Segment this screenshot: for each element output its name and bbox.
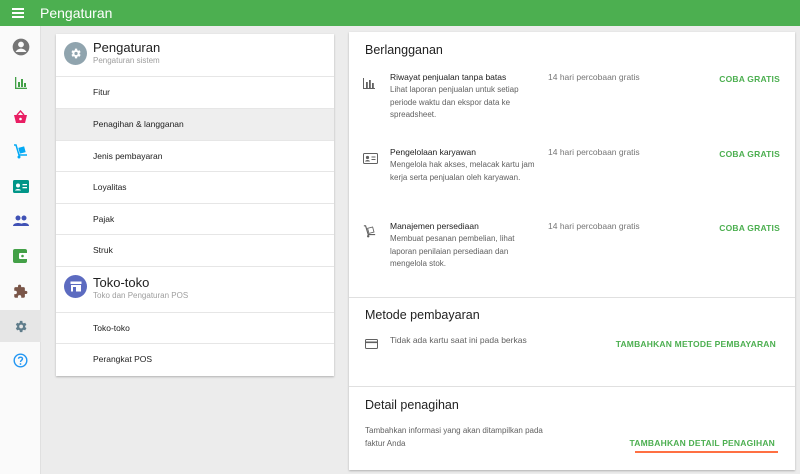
try-free-button[interactable]: COBA GRATIS [719,149,780,159]
people-icon[interactable] [0,206,41,236]
add-billing-details-button[interactable]: TAMBAHKAN DETAIL PENAGIHAN [630,438,775,448]
app-bar: Pengaturan [0,0,800,26]
dolly-icon [363,225,376,243]
menu-item-payment-types[interactable]: Jenis pembayaran [56,140,334,172]
trial-text: 14 hari percobaan gratis [548,147,640,157]
page-title: Pengaturan [40,5,113,21]
feature-title: Pengelolaan karyawan [390,147,477,157]
no-card-text: Tidak ada kartu saat ini pada berkas [390,335,527,345]
billing-details-section: Detail penagihan Tambahkan informasi yan… [349,386,795,470]
section-title: Pengaturan [93,40,161,55]
dolly-icon[interactable] [0,136,41,166]
section-subtitle: Toko dan Pengaturan POS [93,291,189,300]
add-payment-method-button[interactable]: TAMBAHKAN METODE PEMBAYARAN [616,339,776,349]
billing-heading: Detail penagihan [365,398,459,412]
puzzle-icon[interactable] [0,276,41,306]
help-icon[interactable] [0,345,41,375]
trial-text: 14 hari percobaan gratis [548,72,640,82]
section-title: Toko-toko [93,275,150,290]
menu-item-tax[interactable]: Pajak [56,203,334,235]
feature-description: Lihat laporan penjualan untuk setiap per… [390,85,519,119]
settings-icon[interactable] [0,310,41,342]
active-underline [635,451,778,453]
feature-title: Manajemen persediaan [390,221,479,231]
section-subtitle: Pengaturan sistem [93,56,160,65]
bar-chart-icon [363,76,375,94]
settings-menu-card: Pengaturan Pengaturan sistem Fitur Penag… [56,34,334,376]
basket-icon[interactable] [0,102,41,132]
menu-item-billing[interactable]: Penagihan & langganan [56,108,334,140]
gear-icon [64,42,87,65]
account-icon[interactable] [0,32,41,62]
feature-employee-management: Pengelolaan karyawan Mengelola hak akses… [349,147,795,217]
payment-heading: Metode pembayaran [365,308,480,322]
section-header-settings: Pengaturan Pengaturan sistem [56,34,334,76]
employee-card-icon [363,151,378,169]
try-free-button[interactable]: COBA GRATIS [719,223,780,233]
menu-icon[interactable] [0,0,36,26]
billing-content-card: Berlangganan Riwayat penjualan tanpa bat… [349,32,795,470]
feature-sales-history: Riwayat penjualan tanpa batas Lihat lapo… [349,72,795,142]
nav-rail [0,26,41,474]
billing-info-text: Tambahkan informasi yang akan ditampilka… [365,426,543,448]
feature-description: Mengelola hak akses, melacak kartu jam k… [390,160,535,182]
feature-title: Riwayat penjualan tanpa batas [390,72,507,82]
store-icon [64,275,87,298]
feature-description: Membuat pesanan pembelian, lihat laporan… [390,234,515,268]
menu-item-loyalty[interactable]: Loyalitas [56,171,334,203]
badge-icon[interactable] [0,171,41,201]
payment-method-section: Metode pembayaran Tidak ada kartu saat i… [349,297,795,386]
menu-item-receipt[interactable]: Struk [56,234,334,266]
subscription-heading: Berlangganan [365,43,443,57]
try-free-button[interactable]: COBA GRATIS [719,74,780,84]
feature-inventory-management: Manajemen persediaan Membuat pesanan pem… [349,221,795,291]
bar-chart-icon[interactable] [0,68,41,98]
menu-item-pos-devices[interactable]: Perangkat POS [56,343,334,376]
section-header-stores: Toko-toko Toko dan Pengaturan POS [56,266,334,312]
wallet-icon[interactable] [0,241,41,271]
menu-item-stores[interactable]: Toko-toko [56,312,334,344]
trial-text: 14 hari percobaan gratis [548,221,640,231]
credit-card-icon [365,336,378,354]
menu-item-fitur[interactable]: Fitur [56,76,334,108]
